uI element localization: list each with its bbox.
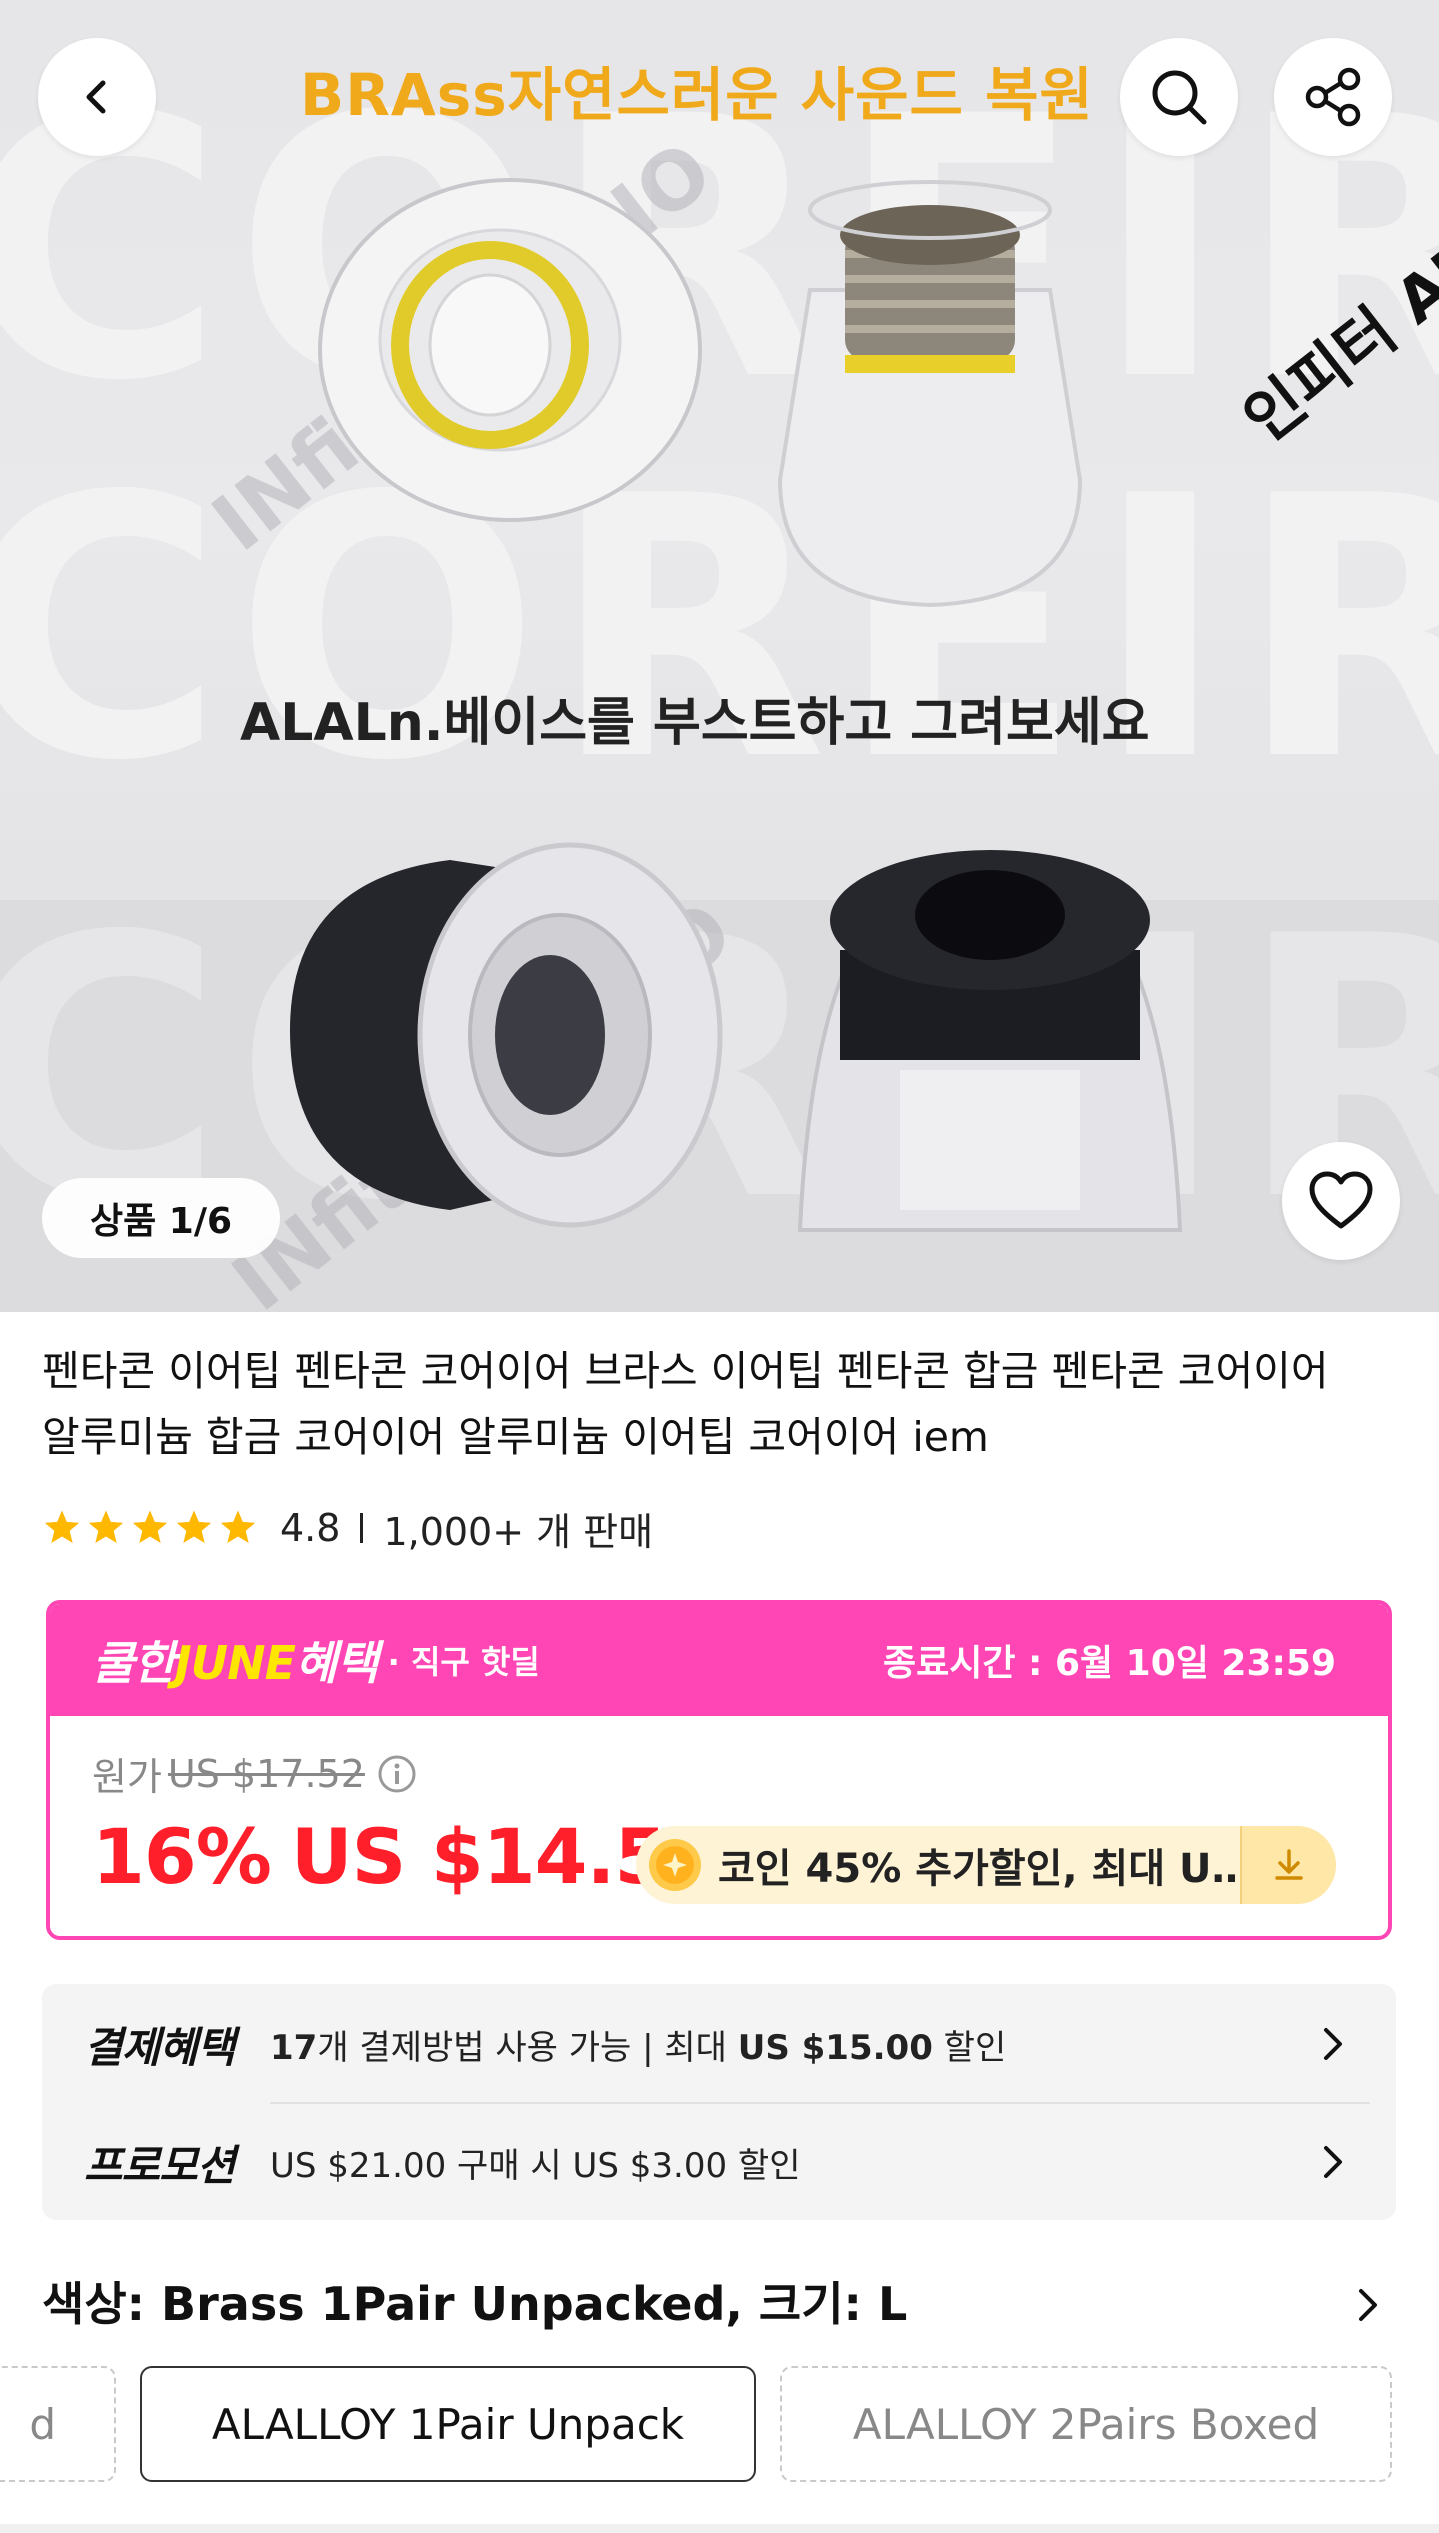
image-counter: 상품 1/6 (42, 1178, 281, 1258)
discount-percent: 16% (92, 1812, 272, 1901)
promotion-text: US $21.00 구매 시 US $3.00 할인 (270, 2145, 801, 2186)
star-icon (44, 1510, 80, 1543)
star-rating (42, 1508, 258, 1548)
heart-icon (1309, 1171, 1373, 1229)
promo-subtitle: · 직구 핫딜 (387, 1643, 540, 1681)
variant-selection-title[interactable]: 색상: Brass 1Pair Unpacked, 크기: L (42, 2268, 907, 2334)
promo-card[interactable]: 쿨한JUNE혜택 · 직구 핫딜 종료시간 : 6월 10일 23:59 원가 … (46, 1600, 1392, 1940)
image-caption: ALALn.베이스를 부스트하고 그려보세요 (240, 693, 1150, 753)
sold-count: 1,000+ 개 판매 (383, 1509, 654, 1554)
wishlist-button[interactable] (1282, 1142, 1400, 1260)
info-icon[interactable] (377, 1754, 417, 1794)
variant-option[interactable]: ALALLOY 2Pairs Boxed (780, 2366, 1392, 2482)
promo-logo: 쿨한JUNE혜택 (92, 1636, 379, 1690)
chevron-right-icon[interactable] (1347, 2285, 1387, 2325)
price-row: 16% US $14.55 (92, 1812, 719, 1901)
promotion-row[interactable]: 프로모션 US $21.00 구매 시 US $3.00 할인 (84, 2106, 1374, 2218)
star-icon (220, 1510, 256, 1543)
star-icon (88, 1510, 124, 1543)
chevron-right-icon (1324, 2028, 1342, 2060)
star-icon (176, 1510, 212, 1543)
variant-option[interactable]: d (0, 2366, 116, 2482)
coin-download-button[interactable] (1240, 1826, 1336, 1904)
share-icon (1305, 67, 1361, 127)
eartip-brass-image (777, 180, 1083, 608)
search-button[interactable] (1120, 38, 1238, 156)
image-headline: BRAss자연스러운 사운드 복원 (300, 61, 1094, 129)
divider (270, 2102, 1370, 2104)
star-icon (132, 1510, 168, 1543)
original-price-label: 원가 (92, 1755, 162, 1799)
coin-discount-text: 코인 45% 추가할인, 최대 US $0.66 (718, 1846, 1258, 1892)
eartip-black-side-image (290, 842, 723, 1228)
coin-icon (649, 1839, 701, 1891)
bottom-divider (0, 2524, 1439, 2533)
promo-end-time: 종료시간 : 6월 10일 23:59 (883, 1643, 1336, 1684)
chevron-left-icon (86, 80, 106, 114)
product-image-gallery[interactable]: COREIR COREIR COREIR BRAss자연스러운 사운드 복원 A… (0, 0, 1439, 1312)
payment-benefit-text: 17개 결제방법 사용 가능 | 최대 US $15.00 할인 (270, 2027, 1007, 2068)
promotion-label: 프로모션 (84, 2140, 236, 2190)
divider (360, 1513, 364, 1543)
promo-header: 쿨한JUNE혜택 · 직구 핫딜 종료시간 : 6월 10일 23:59 (50, 1604, 1388, 1716)
download-icon (1275, 1849, 1303, 1880)
coin-discount-pill[interactable]: 코인 45% 추가할인, 최대 US $0.66 (636, 1826, 1336, 1904)
payment-benefit-label: 결제혜택 (84, 2022, 236, 2072)
search-icon (1152, 70, 1207, 125)
payment-benefit-row[interactable]: 결제혜택 17개 결제방법 사용 가능 | 최대 US $15.00 할인 (84, 1988, 1374, 2100)
chevron-right-icon (1324, 2146, 1342, 2178)
original-price: US $17.52 (167, 1751, 365, 1796)
back-button[interactable] (38, 38, 156, 156)
eartip-black-front-image (797, 850, 1183, 1232)
benefits-panel: 결제혜택 17개 결제방법 사용 가능 | 최대 US $15.00 할인 프로… (42, 1984, 1396, 2220)
share-button[interactable] (1274, 38, 1392, 156)
eartip-clear-image (318, 178, 702, 522)
product-title: 펜타콘 이어팁 펜타콘 코어이어 브라스 이어팁 펜타콘 합금 펜타콘 코어이어… (42, 1347, 1329, 1461)
variant-option-selected[interactable]: ALALLOY 1Pair Unpack (140, 2366, 756, 2482)
original-price-row: 원가 US $17.52 (92, 1746, 417, 1801)
rating-value: 4.8 (280, 1506, 341, 1550)
rating-row[interactable]: 4.8 1,000+ 개 판매 (42, 1498, 653, 1558)
